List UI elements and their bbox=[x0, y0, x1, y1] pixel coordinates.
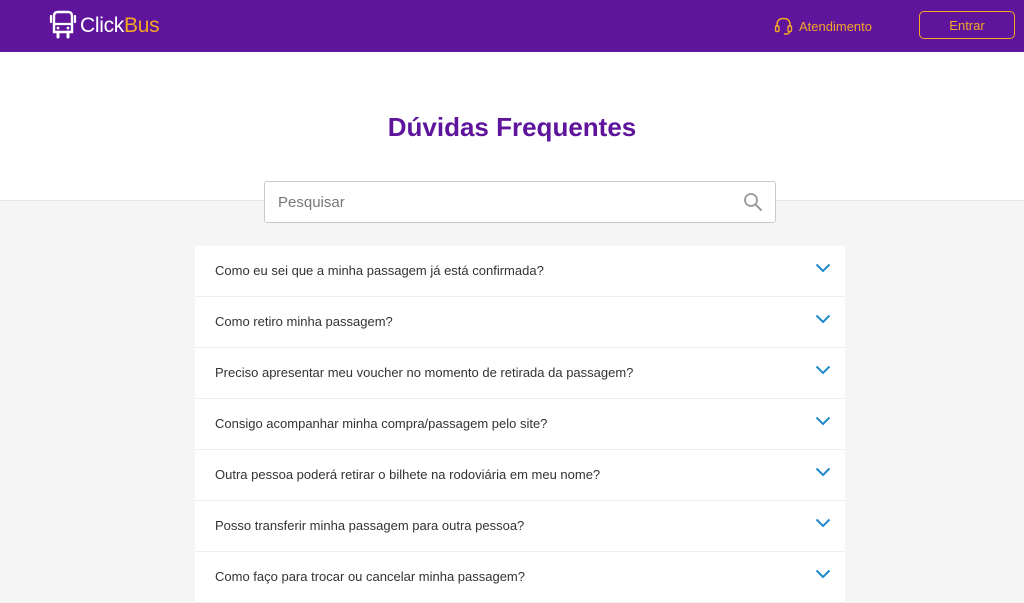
faq-question: Consigo acompanhar minha compra/passagem… bbox=[215, 416, 548, 431]
search-icon[interactable] bbox=[743, 192, 763, 212]
bus-icon bbox=[49, 10, 77, 39]
support-label: Atendimento bbox=[799, 18, 872, 34]
faq-item[interactable]: Outra pessoa poderá retirar o bilhete na… bbox=[195, 450, 845, 501]
faq-question: Como eu sei que a minha passagem já está… bbox=[215, 263, 544, 278]
faq-question: Preciso apresentar meu voucher no moment… bbox=[215, 365, 634, 380]
support-link[interactable]: Atendimento bbox=[774, 15, 872, 37]
top-header: ClickBus Atendimento Entrar bbox=[0, 0, 1024, 52]
logo-text-click: Click bbox=[80, 13, 124, 37]
faq-list: Como eu sei que a minha passagem já está… bbox=[195, 246, 845, 603]
logo-wordmark: ClickBus bbox=[80, 13, 160, 37]
chevron-down-icon bbox=[815, 416, 831, 426]
chevron-down-icon bbox=[815, 263, 831, 273]
headset-icon bbox=[774, 17, 793, 35]
search-box bbox=[264, 181, 776, 223]
faq-question: Como faço para trocar ou cancelar minha … bbox=[215, 569, 525, 584]
faq-question: Como retiro minha passagem? bbox=[215, 314, 393, 329]
faq-item[interactable]: Como retiro minha passagem? bbox=[195, 297, 845, 348]
chevron-down-icon bbox=[815, 314, 831, 324]
login-button[interactable]: Entrar bbox=[919, 11, 1015, 39]
faq-item[interactable]: Posso transferir minha passagem para out… bbox=[195, 501, 845, 552]
page-title: Dúvidas Frequentes bbox=[387, 112, 637, 142]
faq-item[interactable]: Preciso apresentar meu voucher no moment… bbox=[195, 348, 845, 399]
faq-item[interactable]: Consigo acompanhar minha compra/passagem… bbox=[195, 399, 845, 450]
faq-question: Outra pessoa poderá retirar o bilhete na… bbox=[215, 467, 601, 482]
chevron-down-icon bbox=[815, 365, 831, 375]
faq-item[interactable]: Como eu sei que a minha passagem já está… bbox=[195, 246, 845, 297]
logo-text-bus: Bus bbox=[124, 13, 160, 37]
faq-item[interactable]: Como faço para trocar ou cancelar minha … bbox=[195, 552, 845, 603]
faq-question: Posso transferir minha passagem para out… bbox=[215, 518, 525, 533]
clickbus-logo[interactable]: ClickBus bbox=[49, 9, 160, 41]
chevron-down-icon bbox=[815, 518, 831, 528]
chevron-down-icon bbox=[815, 467, 831, 477]
chevron-down-icon bbox=[815, 569, 831, 579]
search-input[interactable] bbox=[265, 182, 743, 222]
